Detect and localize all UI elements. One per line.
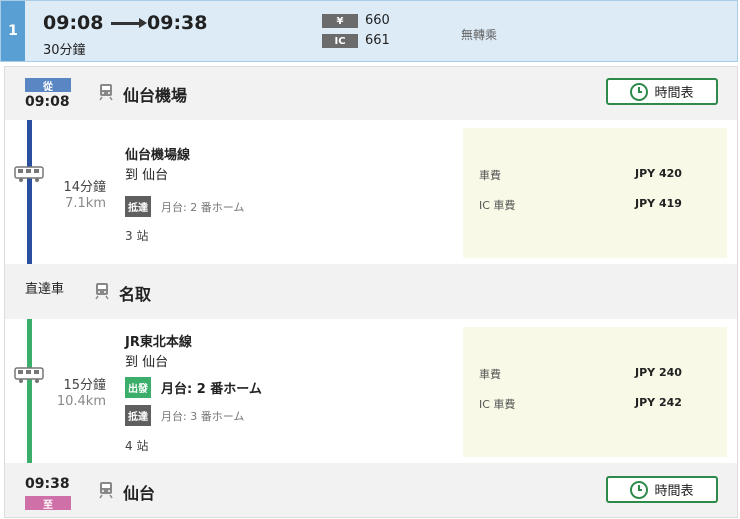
fare-label: 車費 [479,368,501,381]
arrive-pill: 抵達 [125,405,151,426]
to-tag: 至 [25,496,71,511]
line-name[interactable]: JR東北本線 [125,331,192,350]
line-destination: 到 仙台 [125,355,169,370]
train-icon [14,367,44,383]
clock-icon [630,82,649,101]
segment-distance: 10.4km [56,394,106,409]
through-station-name[interactable]: 名取 [119,281,151,305]
train-station-icon [99,84,113,101]
total-duration: 30分鐘 [43,43,86,58]
train-station-icon [99,482,113,499]
cash-fare-total: 660 [365,13,390,28]
route-number: 1 [1,1,25,61]
arrival-time: 09:38 [147,12,208,34]
from-tag: 從 [25,78,71,93]
route-summary-header[interactable]: 1 09:08 09:38 30分鐘 ¥ 660 IC 661 無轉乘 [0,0,738,62]
train-station-icon [95,283,109,300]
yen-badge: ¥ [322,14,358,28]
segment-fare-box: 車費 JPY 240 IC 車費 JPY 242 [463,327,727,457]
timetable-button-label: 時間表 [654,484,694,499]
line-name[interactable]: 仙台機場線 [125,144,190,163]
stop-count[interactable]: 3 站 [125,227,148,244]
line-color-bar [27,319,32,463]
ic-fare-label: IC 車費 [479,398,516,411]
arrow-right-icon [111,18,147,28]
departure-time: 09:08 [43,12,104,34]
origin-station-name[interactable]: 仙台機場 [123,82,187,106]
arrive-platform: 月台: 2 番ホーム [161,201,245,214]
segment-fare-box: 車費 JPY 420 IC 車費 JPY 419 [463,128,727,258]
train-icon [14,166,44,182]
fare-label: 車費 [479,169,501,182]
route-detail-panel: 從 09:08 仙台機場 時間表 14分鐘 7.1km 仙台機場線 到 仙台 抵… [4,66,738,518]
fare-value: JPY 420 [635,167,682,180]
ic-fare-label: IC 車費 [479,199,516,212]
segment-duration: 15分鐘 [63,378,106,393]
destination-station-name[interactable]: 仙台 [123,480,155,504]
ic-fare-value: JPY 242 [635,396,682,409]
destination-timetable-button[interactable]: 時間表 [606,476,718,503]
ic-fare-total: 661 [365,33,390,48]
origin-timetable-button[interactable]: 時間表 [606,78,718,105]
ic-fare-value: JPY 419 [635,197,682,210]
clock-icon [630,480,649,499]
line-destination: 到 仙台 [125,168,169,183]
depart-pill: 出發 [125,377,151,398]
arrive-pill: 抵達 [125,196,151,217]
origin-time: 09:08 [25,94,70,110]
transfer-count: 無轉乘 [461,28,498,42]
destination-time: 09:38 [25,476,70,492]
arrive-platform: 月台: 3 番ホーム [161,410,245,423]
depart-platform: 月台: 2 番ホーム [161,382,262,397]
segment-duration: 14分鐘 [63,180,106,195]
stop-count[interactable]: 4 站 [125,437,148,454]
fare-value: JPY 240 [635,366,682,379]
ride-segment: 15分鐘 10.4km JR東北本線 到 仙台 出發 月台: 2 番ホーム 抵達… [5,319,737,463]
ic-badge: IC [322,34,358,48]
line-color-bar [27,120,32,264]
timetable-button-label: 時間表 [654,86,694,101]
segment-distance: 7.1km [65,196,106,211]
ride-segment: 14分鐘 7.1km 仙台機場線 到 仙台 抵達 月台: 2 番ホーム 3 站 … [5,120,737,264]
direct-train-label: 直達車 [25,282,65,297]
